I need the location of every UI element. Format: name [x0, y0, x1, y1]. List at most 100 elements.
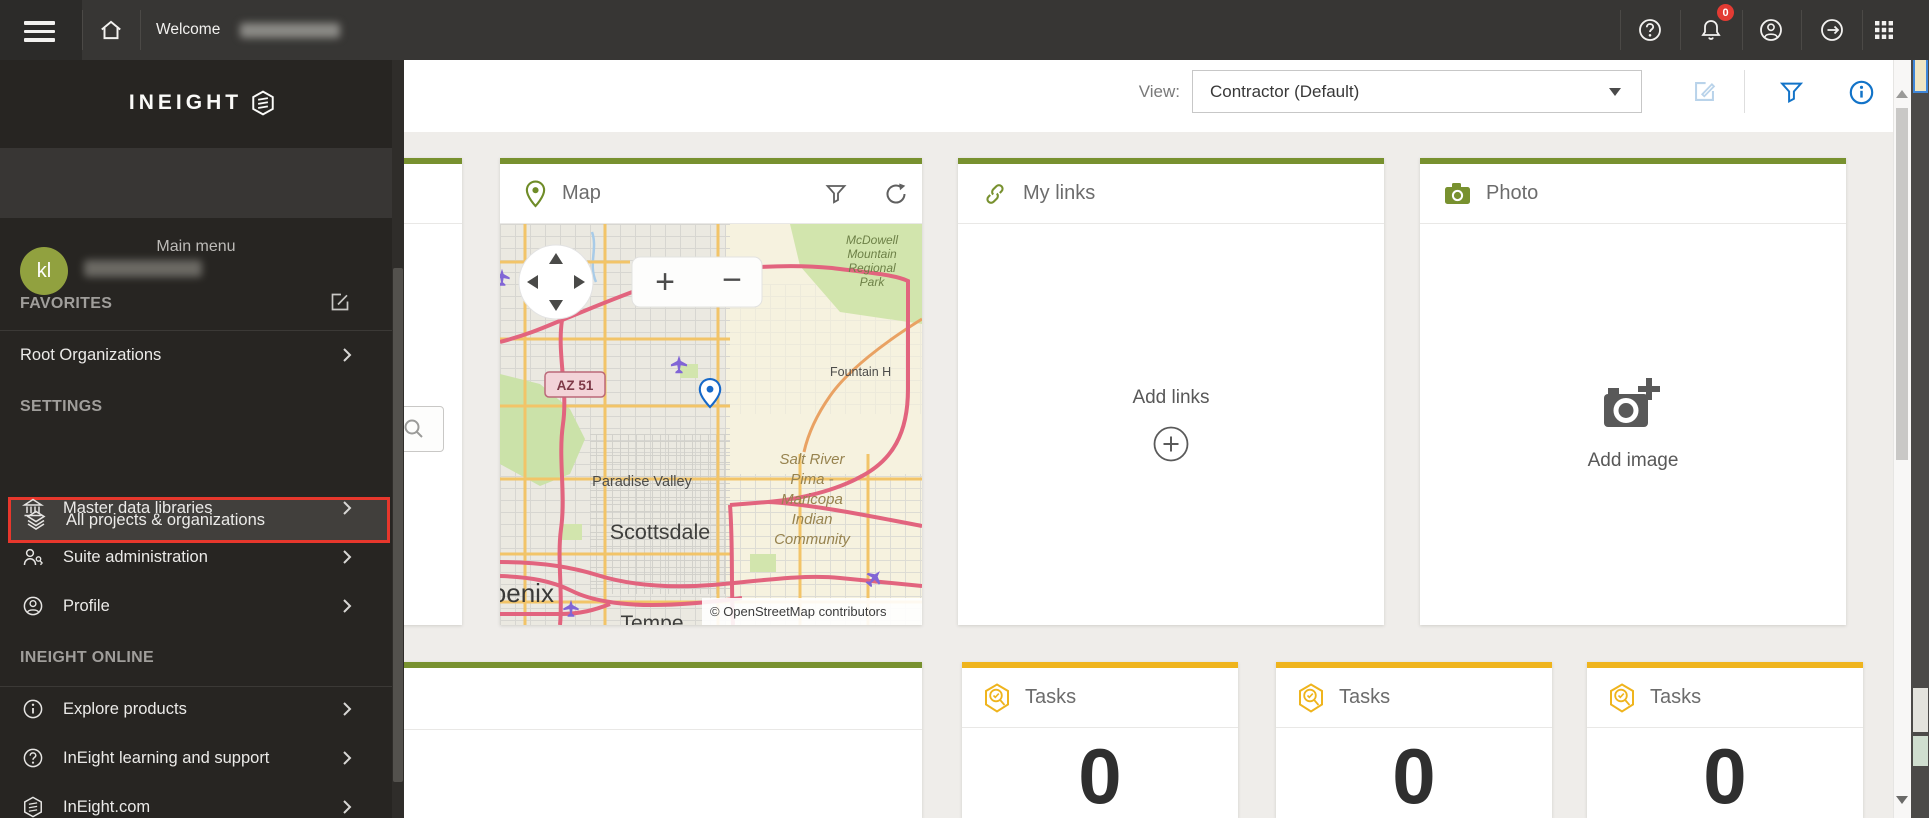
- edit-favorites-button[interactable]: [328, 290, 352, 314]
- svg-text:Scottsdale: Scottsdale: [610, 520, 710, 544]
- photo-header: Photo: [1420, 164, 1846, 224]
- profile-icon: [23, 596, 43, 616]
- chevron-right-icon: [343, 800, 352, 814]
- sidebar-item-root-organizations[interactable]: Root Organizations: [0, 337, 392, 373]
- favorites-header: FAVORITES: [20, 295, 113, 312]
- question-circle-icon: [23, 748, 43, 768]
- map-pan-control[interactable]: [518, 244, 594, 320]
- scroll-up-arrow[interactable]: [1896, 90, 1908, 98]
- photo-body: Add image: [1420, 224, 1846, 625]
- user-row[interactable]: kl: [0, 148, 404, 295]
- map-pin-icon: [525, 179, 546, 208]
- hamburger-button[interactable]: [0, 0, 82, 60]
- top-bar: Welcome 0: [0, 0, 1929, 60]
- filter-funnel-icon: [825, 185, 847, 204]
- sidebar-item-ineight-com[interactable]: InEight.com: [0, 789, 392, 818]
- svg-text:Park: Park: [860, 275, 886, 289]
- sign-out-button[interactable]: [1819, 17, 1845, 43]
- svg-text:Pima -: Pima -: [790, 471, 833, 488]
- app-screen: View: Contractor (Default) Map AZ 51 McD…: [0, 0, 1929, 818]
- filter-funnel-icon: [1779, 82, 1804, 104]
- sidebar: INEIGHT kl Main menu FAVORITES Root Orga…: [0, 60, 404, 818]
- tasks-badge-icon: [985, 682, 1009, 713]
- tasks-title: Tasks: [1339, 686, 1391, 708]
- tasks-tile-3: Tasks 0: [1587, 662, 1863, 818]
- view-label: View:: [1138, 81, 1180, 101]
- sidebar-item-explore-products[interactable]: Explore products: [0, 691, 392, 727]
- sidebar-item-profile[interactable]: Profile: [0, 588, 392, 624]
- person-circle-icon: [1760, 19, 1782, 41]
- photo-title: Photo: [1486, 182, 1539, 204]
- search-icon: [404, 419, 423, 438]
- map-tile: Map AZ 51 McDowell Mountain Regional Par…: [500, 158, 922, 625]
- home-button[interactable]: [98, 17, 124, 43]
- user-key-icon: [23, 548, 44, 566]
- tasks-header: Tasks: [962, 668, 1238, 728]
- help-icon: [1639, 19, 1661, 41]
- map-tile-title: Map: [562, 182, 601, 204]
- home-icon: [101, 20, 121, 40]
- map-filter-button[interactable]: [824, 182, 848, 206]
- my-links-header: My links: [958, 164, 1384, 224]
- account-button[interactable]: [1758, 17, 1784, 43]
- tasks-count: 0: [1392, 731, 1436, 818]
- add-links-button[interactable]: [1152, 425, 1190, 463]
- right-panel-item[interactable]: [1913, 736, 1928, 766]
- ineight-online-header: INEIGHT ONLINE: [20, 649, 154, 666]
- view-dropdown[interactable]: Contractor (Default): [1192, 70, 1642, 113]
- tasks-count: 0: [1078, 731, 1122, 818]
- map-canvas[interactable]: AZ 51 McDowell Mountain Regional Park Fo…: [500, 224, 922, 625]
- apps-grid-icon: [1875, 21, 1893, 39]
- svg-text:Community: Community: [774, 531, 851, 548]
- sidebar-item-suite-administration[interactable]: Suite administration: [0, 539, 392, 575]
- user-name-redacted: [84, 260, 202, 277]
- apps-button[interactable]: [1871, 17, 1897, 43]
- tasks-count: 0: [1703, 731, 1747, 818]
- ineight-logo-text: INEIGHT: [128, 91, 243, 114]
- zoom-out-button[interactable]: −: [722, 261, 742, 299]
- chevron-right-icon: [343, 348, 352, 362]
- refresh-icon: [886, 183, 906, 204]
- sign-out-icon: [1821, 19, 1843, 41]
- my-links-body: Add links: [958, 224, 1384, 625]
- map-zoom-control[interactable]: + −: [631, 256, 763, 308]
- svg-text:Indian: Indian: [792, 511, 833, 528]
- chevron-right-icon: [343, 550, 352, 564]
- header-divider: [1744, 70, 1745, 113]
- photo-tile: Photo Add image: [1420, 158, 1846, 625]
- tasks-badge-icon: [1610, 682, 1634, 713]
- ineight-logo: INEIGHT: [0, 78, 404, 128]
- my-links-tile: My links Add links: [958, 158, 1384, 625]
- info-icon: [1849, 80, 1874, 105]
- map-attribution: © OpenStreetMap contributors: [702, 598, 922, 625]
- notifications-button[interactable]: [1698, 17, 1724, 43]
- page-scrollbar-thumb[interactable]: [1896, 108, 1908, 460]
- filter-button[interactable]: [1779, 80, 1804, 105]
- chevron-right-icon: [343, 501, 352, 515]
- chevron-down-icon: [1609, 88, 1621, 96]
- tasks-tile-2: Tasks 0: [1276, 662, 1552, 818]
- zoom-in-button[interactable]: +: [655, 263, 675, 301]
- sidebar-scrollbar-thumb[interactable]: [393, 268, 403, 782]
- sidebar-item-learning-support[interactable]: InEight learning and support: [0, 740, 392, 776]
- pencil-square-icon: [331, 293, 349, 311]
- edit-view-button[interactable]: [1691, 78, 1718, 105]
- svg-text:Regional: Regional: [848, 261, 896, 275]
- add-photo-icon[interactable]: [1602, 377, 1664, 434]
- ineight-hexagon-icon: [24, 796, 42, 818]
- my-links-title: My links: [1023, 182, 1096, 204]
- tasks-tile-1: Tasks 0: [962, 662, 1238, 818]
- add-image-label: Add image: [1587, 449, 1679, 471]
- tasks-header: Tasks: [1587, 668, 1863, 728]
- right-panel-item-selected[interactable]: [1913, 57, 1928, 93]
- scroll-down-arrow[interactable]: [1896, 796, 1908, 804]
- right-panel-item[interactable]: [1913, 688, 1928, 732]
- map-refresh-button[interactable]: [884, 182, 908, 206]
- az51-road-badge: AZ 51: [544, 371, 606, 398]
- sidebar-item-master-data[interactable]: Master data libraries: [0, 490, 392, 526]
- chevron-right-icon: [343, 702, 352, 716]
- svg-text:Tempe: Tempe: [620, 612, 683, 625]
- help-button[interactable]: [1637, 17, 1663, 43]
- info-button[interactable]: [1848, 79, 1875, 106]
- svg-text:AZ 51: AZ 51: [557, 378, 594, 393]
